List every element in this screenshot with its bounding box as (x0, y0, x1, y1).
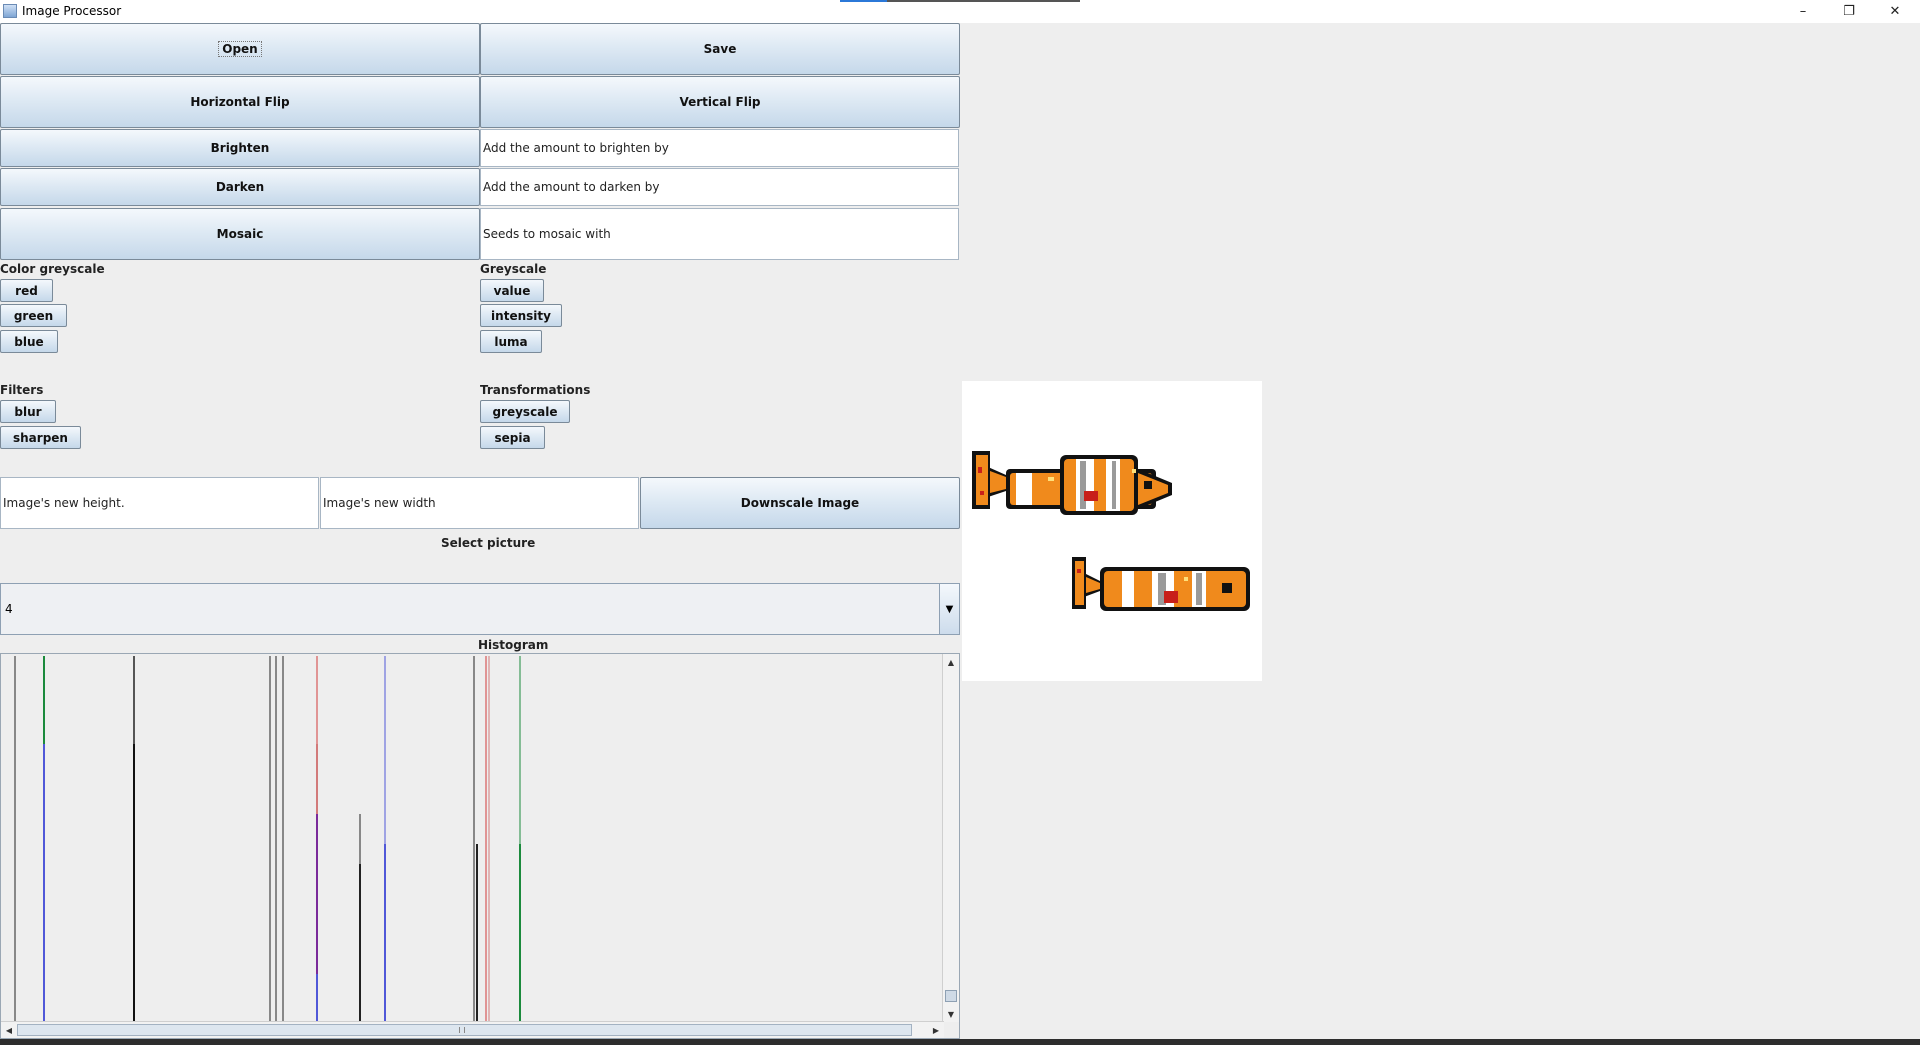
scroll-right-icon[interactable]: ▶ (928, 1022, 944, 1038)
color-greyscale-label: Color greyscale (0, 262, 105, 276)
scroll-up-icon[interactable]: ▲ (943, 654, 959, 670)
picture-select-dropdown[interactable]: 4 ▼ (0, 583, 960, 635)
mosaic-button[interactable]: Mosaic (0, 208, 480, 260)
scroll-left-icon[interactable]: ◀ (1, 1022, 17, 1038)
brighten-button[interactable]: Brighten (0, 129, 480, 167)
horizontal-scroll-thumb[interactable] (17, 1024, 912, 1036)
blur-button[interactable]: blur (0, 400, 56, 423)
luma-greyscale-button[interactable]: luma (480, 330, 542, 353)
histogram-panel[interactable]: ▲ ▼ ◀ ▶ (0, 653, 960, 1039)
select-picture-label: Select picture (441, 536, 536, 550)
new-width-field[interactable]: Image's new width (320, 477, 639, 529)
close-button[interactable]: ✕ (1872, 0, 1918, 23)
histogram-horizontal-scrollbar[interactable]: ◀ ▶ (1, 1021, 944, 1038)
java-app-icon (3, 4, 17, 18)
minimize-button[interactable]: – (1780, 0, 1826, 23)
open-button[interactable]: Open (0, 23, 480, 75)
scroll-down-icon[interactable]: ▼ (943, 1006, 959, 1022)
intensity-greyscale-button[interactable]: intensity (480, 304, 562, 327)
vertical-flip-button[interactable]: Vertical Flip (480, 76, 960, 128)
downscale-image-button[interactable]: Downscale Image (640, 477, 960, 529)
sharpen-button[interactable]: sharpen (0, 426, 81, 449)
picture-select-value: 4 (5, 602, 13, 616)
value-greyscale-button[interactable]: value (480, 279, 544, 302)
window-title: Image Processor (22, 4, 122, 18)
title-progress-indicator (840, 0, 1080, 2)
histogram-vertical-scrollbar[interactable]: ▲ ▼ (942, 654, 959, 1022)
histogram-label: Histogram (478, 638, 549, 652)
darken-amount-field[interactable]: Add the amount to darken by (480, 168, 959, 206)
histogram-lines (14, 656, 521, 1022)
green-greyscale-button[interactable]: green (0, 304, 67, 327)
open-button-label: Open (218, 41, 262, 57)
mosaic-seeds-field[interactable]: Seeds to mosaic with (480, 208, 959, 260)
sepia-button[interactable]: sepia (480, 426, 545, 449)
red-greyscale-button[interactable]: red (0, 279, 53, 302)
save-button[interactable]: Save (480, 23, 960, 75)
greyscale-label: Greyscale (480, 262, 547, 276)
chevron-down-icon[interactable]: ▼ (939, 584, 959, 634)
maximize-button[interactable]: ❐ (1826, 0, 1872, 23)
image-preview (962, 381, 1262, 681)
taskbar-strip (0, 1039, 1920, 1045)
greyscale-transform-button[interactable]: greyscale (480, 400, 570, 423)
transformations-label: Transformations (480, 383, 591, 397)
histogram-chart (14, 656, 521, 1022)
title-bar: Image Processor – ❐ ✕ (0, 0, 1920, 23)
blue-greyscale-button[interactable]: blue (0, 330, 58, 353)
clownfish-pixel-art-icon (972, 451, 1250, 611)
darken-button[interactable]: Darken (0, 168, 480, 206)
horizontal-flip-button[interactable]: Horizontal Flip (0, 76, 480, 128)
brighten-amount-field[interactable]: Add the amount to brighten by (480, 129, 959, 167)
new-height-field[interactable]: Image's new height. (0, 477, 319, 529)
vertical-scroll-thumb[interactable] (945, 990, 957, 1002)
filters-label: Filters (0, 383, 44, 397)
